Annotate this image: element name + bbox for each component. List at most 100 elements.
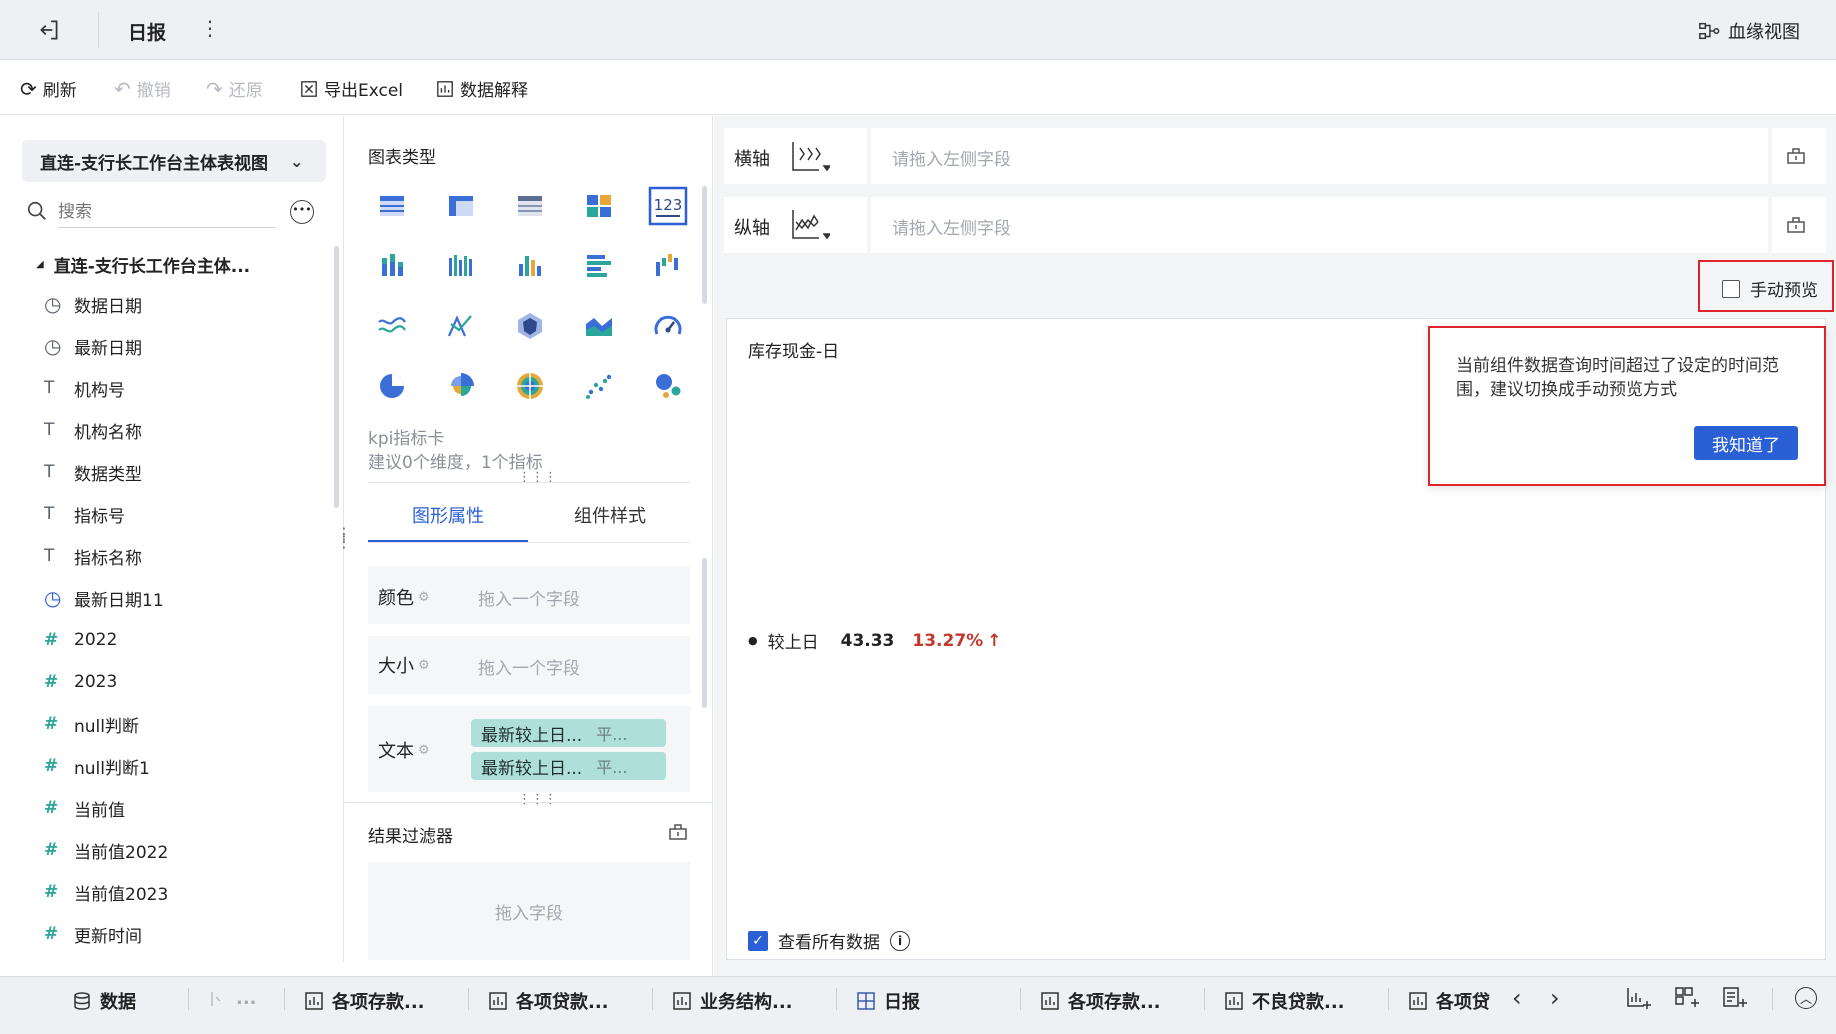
- settings-icon[interactable]: ⚙: [418, 590, 430, 605]
- text-field-pill[interactable]: 最新较上日... 平...: [471, 752, 666, 780]
- x-axis-settings-icon[interactable]: [1786, 146, 1806, 170]
- sheet-tab[interactable]: 各项贷: [1408, 988, 1490, 1014]
- search-input[interactable]: [58, 196, 276, 228]
- line-chart-icon[interactable]: [372, 306, 412, 346]
- x-axis-drop-zone[interactable]: 请拖入左侧字段: [892, 145, 1011, 170]
- field-item[interactable]: ◷ 数据日期: [44, 286, 142, 322]
- datasource-select[interactable]: 直连-支行长工作台主体表视图 ⌄: [22, 140, 326, 182]
- field-item[interactable]: # null判断1: [44, 748, 150, 784]
- scrollbar[interactable]: [702, 558, 707, 708]
- more-options-icon[interactable]: •••: [290, 200, 314, 224]
- field-item[interactable]: ◷ 最新日期: [44, 328, 142, 364]
- field-item[interactable]: T 指标号: [44, 496, 125, 532]
- tab-shape-properties[interactable]: 图形属性: [412, 502, 484, 528]
- data-explain-button[interactable]: 数据解释: [436, 76, 528, 101]
- tree-root[interactable]: ◢ 直连-支行长工作台主体...: [36, 252, 250, 277]
- filter-settings-icon[interactable]: [668, 822, 688, 846]
- more-menu-icon[interactable]: ⋮: [200, 16, 220, 40]
- field-item[interactable]: #2023: [44, 664, 117, 700]
- sheet-tab[interactable]: 业务结构...: [672, 988, 793, 1014]
- undo-button[interactable]: ↶ 撤销: [114, 76, 171, 102]
- field-item[interactable]: # 当前值: [44, 790, 125, 826]
- scroll-left-icon[interactable]: ‹: [1512, 984, 1522, 1012]
- polygon-icon[interactable]: [510, 306, 550, 346]
- gauge-icon[interactable]: [648, 306, 688, 346]
- field-item[interactable]: T 机构号: [44, 370, 125, 406]
- detail-table-icon[interactable]: [510, 186, 550, 226]
- bar-chart-icon: [672, 991, 692, 1011]
- sheet-tab[interactable]: 各项存款...: [304, 988, 425, 1014]
- field-item[interactable]: # 当前值2023: [44, 874, 168, 910]
- card-icon[interactable]: [579, 186, 619, 226]
- collapse-up-icon[interactable]: ︿: [1795, 987, 1817, 1009]
- divider: [1768, 197, 1772, 253]
- info-icon[interactable]: i: [890, 930, 910, 951]
- settings-icon[interactable]: ⚙: [418, 658, 430, 673]
- sheet-tab[interactable]: 各项存款...: [1040, 988, 1161, 1014]
- horizontal-bar-icon[interactable]: [579, 246, 619, 286]
- refresh-button[interactable]: ⟳ 刷新: [20, 76, 77, 102]
- bullet-icon: ●: [748, 634, 758, 647]
- view-all-data-toggle[interactable]: ✓ 查看所有数据 i: [748, 928, 910, 953]
- field-item[interactable]: # 当前值2022: [44, 832, 168, 868]
- radar-line-icon[interactable]: [441, 306, 481, 346]
- exit-icon[interactable]: [36, 17, 62, 43]
- scrollbar[interactable]: [702, 186, 707, 304]
- x-axis-sort-icon[interactable]: [790, 140, 832, 178]
- column-chart-icon[interactable]: [510, 246, 550, 286]
- table-icon[interactable]: [372, 186, 412, 226]
- rose-chart-icon[interactable]: [441, 366, 481, 406]
- waterfall-icon[interactable]: [648, 246, 688, 286]
- area-chart-icon[interactable]: [579, 306, 619, 346]
- export-excel-button[interactable]: 导出Excel: [300, 76, 403, 101]
- bar-chart-icon: [1224, 991, 1244, 1011]
- sheet-tab[interactable]: ...: [208, 988, 257, 1009]
- y-axis-drop-zone[interactable]: 请拖入左侧字段: [892, 214, 1011, 239]
- scrollbar[interactable]: [334, 246, 339, 508]
- add-dashboard-icon[interactable]: [1674, 986, 1700, 1014]
- stacked-bar-icon[interactable]: [372, 246, 412, 286]
- view-all-checkbox[interactable]: ✓: [748, 930, 768, 951]
- cross-table-icon[interactable]: [441, 186, 481, 226]
- color-drop-zone[interactable]: 拖入一个字段: [478, 585, 580, 610]
- chart-types-title: 图表类型: [368, 148, 436, 168]
- filter-drop-zone[interactable]: 拖入字段: [368, 862, 690, 960]
- clock-func-icon: ◷: [44, 586, 62, 610]
- drag-handle-icon[interactable]: ⋮⋮⋮: [518, 792, 557, 807]
- y-axis-sort-icon[interactable]: [790, 208, 832, 246]
- sheet-tab[interactable]: 各项贷款...: [488, 988, 609, 1014]
- pie-chart-icon[interactable]: [372, 366, 412, 406]
- bubble-icon[interactable]: [648, 366, 688, 406]
- field-item[interactable]: T 机构名称: [44, 412, 142, 448]
- manual-preview-checkbox[interactable]: [1722, 279, 1740, 298]
- size-drop-zone[interactable]: 拖入一个字段: [478, 654, 580, 679]
- lineage-button[interactable]: 血缘视图: [1698, 18, 1800, 44]
- add-report-icon[interactable]: [1722, 986, 1748, 1014]
- bar-chart-icon: [1408, 991, 1428, 1011]
- settings-icon[interactable]: ⚙: [418, 743, 430, 758]
- manual-preview-toggle[interactable]: 手动预览: [1722, 276, 1818, 301]
- field-item[interactable]: T 数据类型: [44, 454, 142, 490]
- sheet-tab[interactable]: 不良贷款...: [1224, 988, 1345, 1014]
- grouped-bar-icon[interactable]: [441, 246, 481, 286]
- field-item[interactable]: T 指标名称: [44, 538, 142, 574]
- sunburst-icon[interactable]: [510, 366, 550, 406]
- field-item[interactable]: ◷ 最新日期11: [44, 580, 164, 616]
- acknowledge-button[interactable]: 我知道了: [1694, 426, 1798, 460]
- field-item[interactable]: # null判断: [44, 706, 139, 742]
- scatter-icon[interactable]: [579, 366, 619, 406]
- text-field-pill[interactable]: 最新较上日... 平...: [471, 719, 666, 747]
- sheet-tab[interactable]: 日报: [856, 988, 920, 1014]
- y-axis-settings-icon[interactable]: [1786, 215, 1806, 239]
- kpi-card-icon[interactable]: 123: [648, 186, 688, 226]
- clock-icon: ◷: [44, 334, 62, 358]
- field-item[interactable]: #2022: [44, 622, 117, 658]
- x-axis-row: [724, 128, 1826, 184]
- redo-button[interactable]: ↷ 还原: [206, 76, 263, 102]
- redo-icon: ↷: [206, 76, 223, 101]
- sheet-tab[interactable]: 数据: [72, 988, 136, 1014]
- scroll-right-icon[interactable]: ›: [1550, 984, 1560, 1012]
- field-item[interactable]: # 更新时间: [44, 916, 142, 952]
- add-chart-icon[interactable]: [1626, 986, 1652, 1014]
- tab-component-style[interactable]: 组件样式: [574, 502, 646, 528]
